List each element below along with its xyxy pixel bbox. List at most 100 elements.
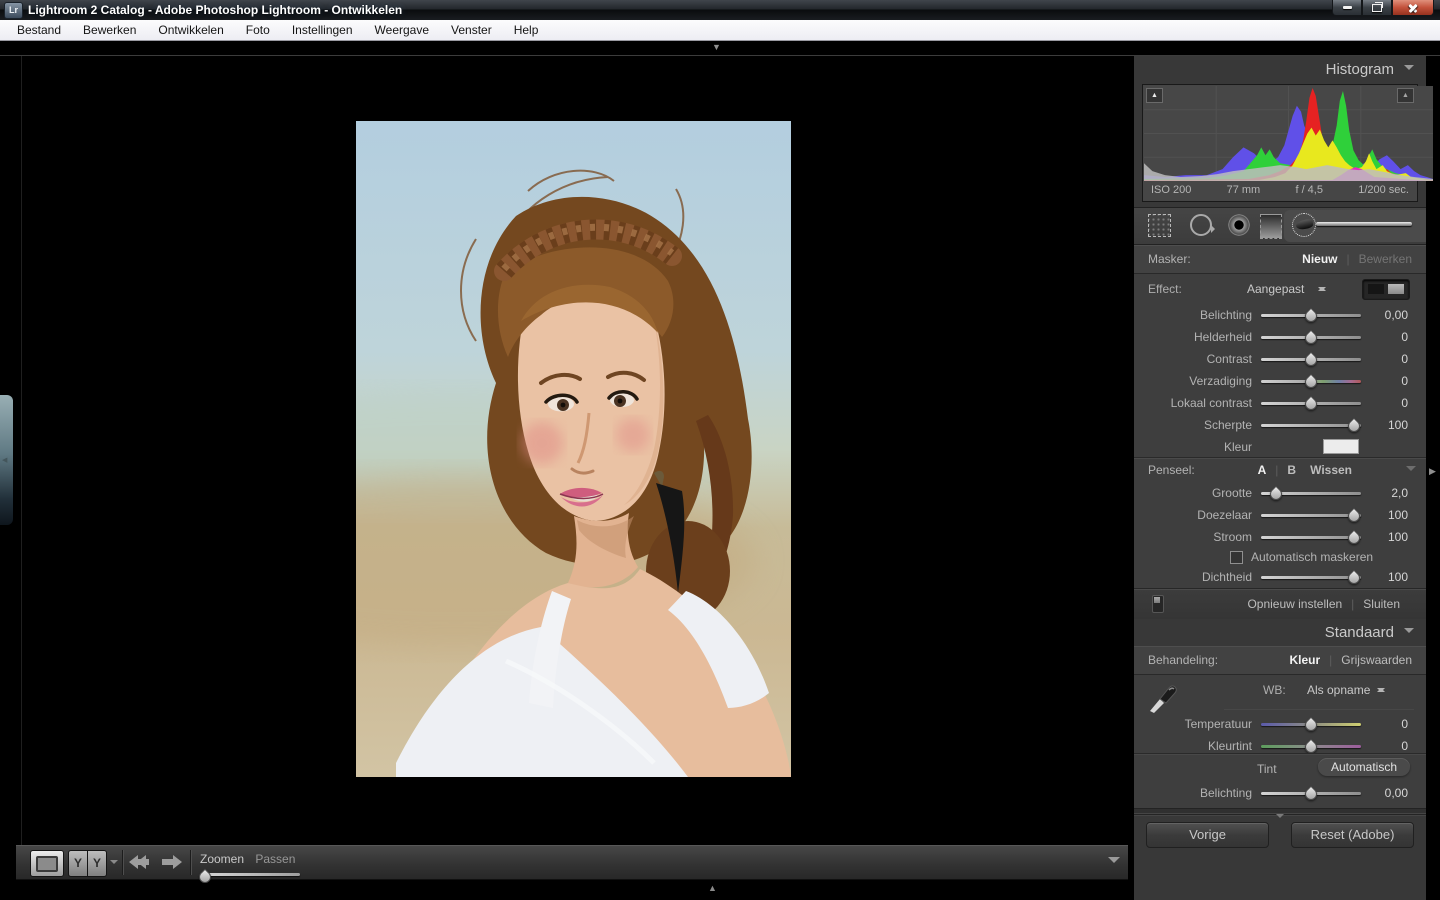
exif-info-row: ISO 200 77 mm f / 4,5 1/200 sec. <box>1143 182 1417 200</box>
vorige-button[interactable]: Vorige <box>1146 822 1269 848</box>
wb-block: WB: Als opname Temperatuur 0 Kleurtint 0 <box>1134 675 1426 755</box>
minimize-button[interactable] <box>1332 0 1362 16</box>
effect-label: Effect: <box>1148 282 1182 296</box>
toolbar-options-dropdown-icon[interactable] <box>1108 857 1120 869</box>
collapse-filmstrip-icon[interactable]: ▲ <box>708 884 717 893</box>
automatisch-button[interactable]: Automatisch <box>1317 758 1410 776</box>
collapse-top-panel-icon[interactable]: ▼ <box>712 43 721 52</box>
temperatuur-slider[interactable] <box>1261 716 1361 733</box>
slider-contrast: Contrast 0 <box>1134 348 1426 370</box>
crop-tool-icon[interactable] <box>1148 214 1171 237</box>
zoom-mode-labels: Zoomen Passen <box>200 852 295 866</box>
zoom-slider[interactable] <box>196 868 300 886</box>
menu-bewerken[interactable]: Bewerken <box>72 20 147 40</box>
standaard-collapse-icon[interactable] <box>1404 628 1414 638</box>
belichting-slider[interactable] <box>1261 307 1361 324</box>
histogram-panel[interactable]: ▲ ▲ ISO 200 77 mm f / 4,5 1/200 sec. <box>1142 84 1433 202</box>
histogram-collapse-icon[interactable] <box>1404 65 1414 75</box>
contrast-slider[interactable] <box>1261 351 1361 368</box>
doezelaar-slider[interactable] <box>1261 507 1363 524</box>
exif-focal: 77 mm <box>1226 184 1261 196</box>
brush-b-button[interactable]: B <box>1287 463 1296 477</box>
lightroom-app-icon: Lr <box>4 2 23 19</box>
dichtheid-slider[interactable] <box>1261 569 1363 586</box>
lokaal-contrast-slider[interactable] <box>1261 395 1361 412</box>
loupe-view-button[interactable] <box>30 850 64 877</box>
wb-updown-icon[interactable] <box>1377 684 1386 696</box>
menu-venster[interactable]: Venster <box>440 20 503 40</box>
helderheid-slider[interactable] <box>1261 329 1361 346</box>
opnieuw-instellen-button[interactable]: Opnieuw instellen <box>1247 597 1342 611</box>
passen-label[interactable]: Passen <box>255 852 295 866</box>
grootte-slider[interactable] <box>1261 485 1361 502</box>
effect-updown-icon[interactable] <box>1318 283 1327 295</box>
close-icon <box>1408 3 1418 13</box>
photo-canvas[interactable] <box>356 121 791 777</box>
histogram-graph[interactable] <box>1144 86 1433 181</box>
before-after-button[interactable]: Y Y <box>68 850 107 877</box>
zoom-slider-track[interactable] <box>200 873 300 876</box>
wb-label: WB: <box>1263 683 1286 697</box>
close-button[interactable] <box>1392 0 1434 16</box>
white-balance-eyedropper-icon[interactable] <box>1144 679 1184 715</box>
menu-foto[interactable]: Foto <box>235 20 281 40</box>
panel-buttons-caret-icon[interactable] <box>1276 814 1284 822</box>
slider-scherpte: Scherpte 100 <box>1134 414 1426 436</box>
toolbar-divider <box>122 850 123 875</box>
highlight-clipping-indicator[interactable]: ▲ <box>1397 88 1414 103</box>
masker-row: Masker: Nieuw | Bewerken <box>1134 245 1426 274</box>
next-photo-arrow[interactable] <box>160 853 183 871</box>
right-panel: Histogram ▲ ▲ ISO 200 77 mm f / 4,5 1/20… <box>1133 56 1433 900</box>
previous-photo-arrow[interactable] <box>128 853 151 871</box>
restore-icon <box>1372 1 1383 12</box>
menu-ontwikkelen[interactable]: Ontwikkelen <box>147 20 234 40</box>
zoomen-label[interactable]: Zoomen <box>200 852 244 866</box>
spot-removal-tool-icon[interactable] <box>1190 214 1215 236</box>
panel-enable-switch[interactable] <box>1152 595 1164 613</box>
effect-preset-select[interactable]: Aangepast <box>1247 282 1304 296</box>
zoom-slider-thumb[interactable] <box>196 868 214 886</box>
effect-toggle-switch[interactable] <box>1362 279 1410 300</box>
masker-bewerken-button[interactable]: Bewerken <box>1359 252 1412 266</box>
behandeling-row: Behandeling: Kleur | Grijswaarden <box>1134 646 1426 675</box>
redeye-tool-icon[interactable] <box>1228 214 1250 236</box>
kleur-row: Kleur <box>1134 436 1426 457</box>
slider-verzadiging: Verzadiging 0 <box>1134 370 1426 392</box>
shadow-clipping-indicator[interactable]: ▲ <box>1146 88 1163 103</box>
brush-wissen-button[interactable]: Wissen <box>1310 463 1352 477</box>
menu-help[interactable]: Help <box>503 20 550 40</box>
slider-belichting: Belichting 0,00 <box>1134 304 1426 326</box>
left-panel-arrow-icon: ◀ <box>2 457 8 464</box>
verzadiging-slider[interactable] <box>1261 373 1361 390</box>
graduated-filter-tool-icon[interactable] <box>1260 214 1282 239</box>
kleurtint-slider[interactable] <box>1261 738 1361 755</box>
right-panel-arrow-icon[interactable]: ▶ <box>1429 466 1436 477</box>
before-after-dropdown-icon[interactable] <box>110 860 118 868</box>
behandeling-grijswaarden-button[interactable]: Grijswaarden <box>1341 653 1412 667</box>
menu-bestand[interactable]: Bestand <box>6 20 72 40</box>
belichting-basis-slider[interactable] <box>1261 785 1361 802</box>
standaard-title: Standaard <box>1324 624 1394 641</box>
sluiten-button[interactable]: Sluiten <box>1363 597 1400 611</box>
wb-preset-select[interactable]: Als opname <box>1307 683 1370 697</box>
penseel-row: Penseel: A | B Wissen <box>1134 457 1426 482</box>
menu-weergave[interactable]: Weergave <box>364 20 440 40</box>
scherpte-slider[interactable] <box>1261 417 1363 434</box>
wb-divider <box>1224 709 1414 710</box>
left-edge-line <box>21 56 22 878</box>
restore-button[interactable] <box>1362 0 1392 16</box>
automask-label: Automatisch maskeren <box>1251 550 1374 564</box>
automask-checkbox[interactable] <box>1230 550 1243 564</box>
reset-adobe-button[interactable]: Reset (Adobe) <box>1291 822 1414 848</box>
histogram-header[interactable]: Histogram <box>1134 56 1426 83</box>
masker-nieuw-button[interactable]: Nieuw <box>1302 252 1337 266</box>
kleur-color-swatch[interactable] <box>1323 439 1359 454</box>
behandeling-kleur-button[interactable]: Kleur <box>1289 653 1320 667</box>
slider-helderheid: Helderheid 0 <box>1134 326 1426 348</box>
slider-belichting-basis: Belichting 0,00 <box>1199 785 1408 802</box>
brush-a-button[interactable]: A <box>1258 463 1267 477</box>
penseel-collapse-icon[interactable] <box>1406 466 1416 476</box>
standaard-header[interactable]: Standaard <box>1134 619 1426 646</box>
stroom-slider[interactable] <box>1261 529 1363 546</box>
menu-instellingen[interactable]: Instellingen <box>281 20 364 40</box>
